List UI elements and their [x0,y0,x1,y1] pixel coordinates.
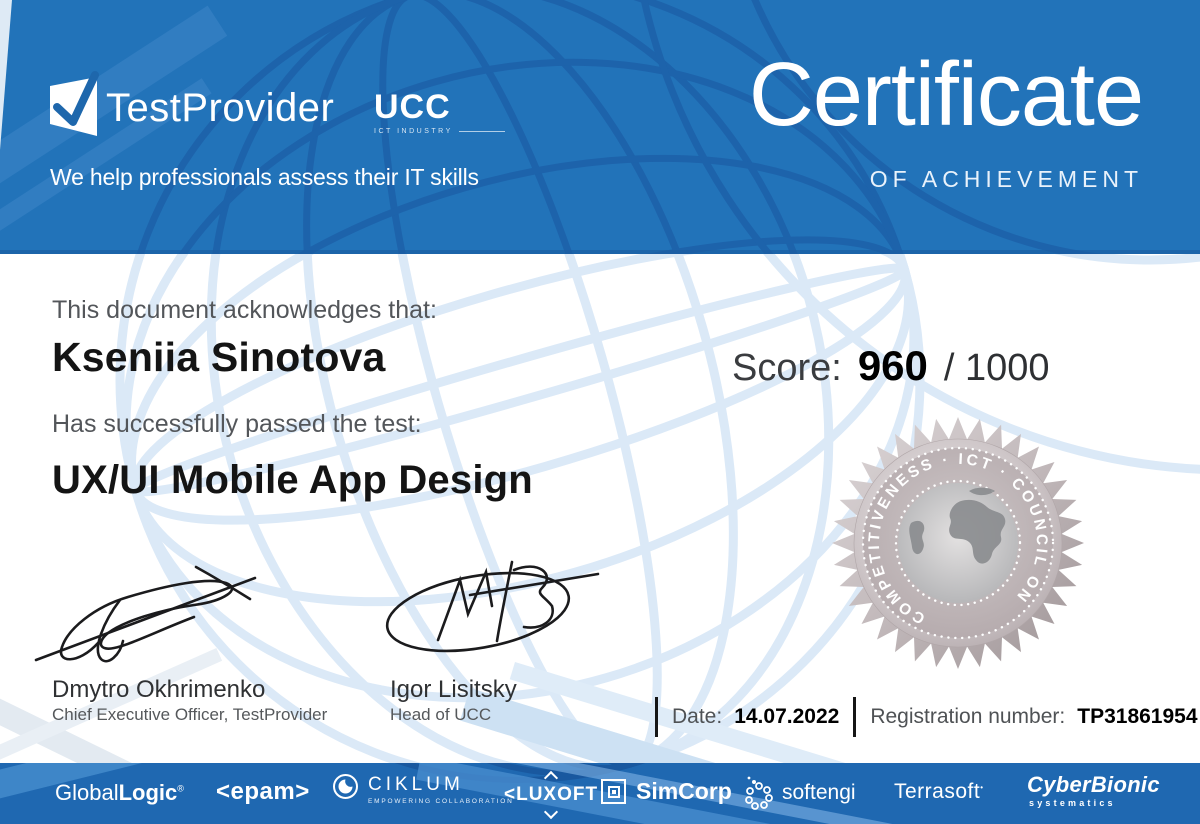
passed-label: Has successfully passed the test: [52,410,422,438]
softengi-logo: softengi [742,775,856,811]
globallogic-regular: Global [55,780,119,805]
cyberbionic-sub: systematics [1029,798,1116,808]
certificate-of-achievement: TestProvider UCC ICT INDUSTRY We help pr… [0,0,1200,824]
globallogic-logo: GlobalLogic® [55,780,184,806]
test-name: UX/UI Mobile App Design [52,458,533,502]
cyberbionic-logo: CyberBionic systematics [1027,772,1160,809]
score-label: Score: [732,347,842,389]
globallogic-reg-mark: ® [177,783,184,794]
divider-bar [655,697,658,737]
signature-ceo [34,565,257,663]
softengi-name: softengi [782,781,856,804]
luxoft-name: LUXOFT [516,784,599,805]
recipient-name: Kseniia Sinotova [52,334,386,380]
registration-value: TP31861954 [1077,705,1198,728]
softengi-icon [745,776,773,810]
date-label: Date: [672,705,723,728]
certificate-title: Certificate [748,45,1144,145]
certificate-subtitle: OF ACHIEVEMENT [869,166,1143,192]
ciklum-name: CIKLUM [368,774,464,795]
luxoft-caret-up-icon [543,770,559,786]
signer-2-name: Igor Lisitsky [390,676,517,703]
score-value: 960 [857,342,928,389]
partner-logos-bar: GlobalLogic® <epam> CIKLUM EMPOWERING CO… [0,763,1200,824]
brand-tagline: We help professionals assess their IT sk… [50,164,479,190]
brand-name: TestProvider [106,86,335,130]
ucc-logo-line [458,131,505,132]
luxoft-caret-down-icon [543,804,559,820]
score-total: / 1000 [943,347,1050,389]
simcorp-icon [601,779,626,804]
score-row: Score: 960 / 1000 [732,342,1050,390]
acknowledge-label: This document acknowledges that: [52,296,437,324]
date-value: 14.07.2022 [734,705,840,728]
terrasoft-mark: • [980,783,984,792]
signature-head-of-ucc [385,560,600,653]
signer-2-role: Head of UCC [390,705,492,724]
ucc-logo: UCC ICT INDUSTRY [374,90,505,135]
ucc-logo-subtext: ICT INDUSTRY [374,128,453,135]
terrasoft-logo: Terrasoft• [894,780,984,804]
signer-1-role: Chief Executive Officer, TestProvider [52,705,328,724]
terrasoft-name: Terrasoft [894,780,981,803]
ciklum-icon [333,774,358,799]
luxoft-logo: <LUXOFT [504,770,599,820]
ucc-logo-text: UCC [374,88,451,126]
ict-council-seal: COMPETITIVENESS · ICT · COUNCIL ON [832,417,1084,669]
testprovider-checkmark-icon [50,71,99,136]
divider-bar [853,697,857,737]
ciklum-tagline: EMPOWERING COLLABORATION [368,798,514,805]
ciklum-logo: CIKLUM EMPOWERING COLLABORATION [332,773,514,805]
epam-logo: <epam> [216,778,310,805]
simcorp-name: SimCorp [636,778,732,804]
globallogic-bold: Logic [118,780,178,805]
cyberbionic-name: CyberBionic [1027,772,1160,797]
simcorp-logo: SimCorp [601,778,732,805]
registration-label: Registration number: [870,705,1066,728]
meta-row: Date: 14.07.2022 Registration number: TP… [655,697,1198,737]
luxoft-bracket: < [504,784,517,805]
signer-1-name: Dmytro Okhrimenko [52,676,266,703]
